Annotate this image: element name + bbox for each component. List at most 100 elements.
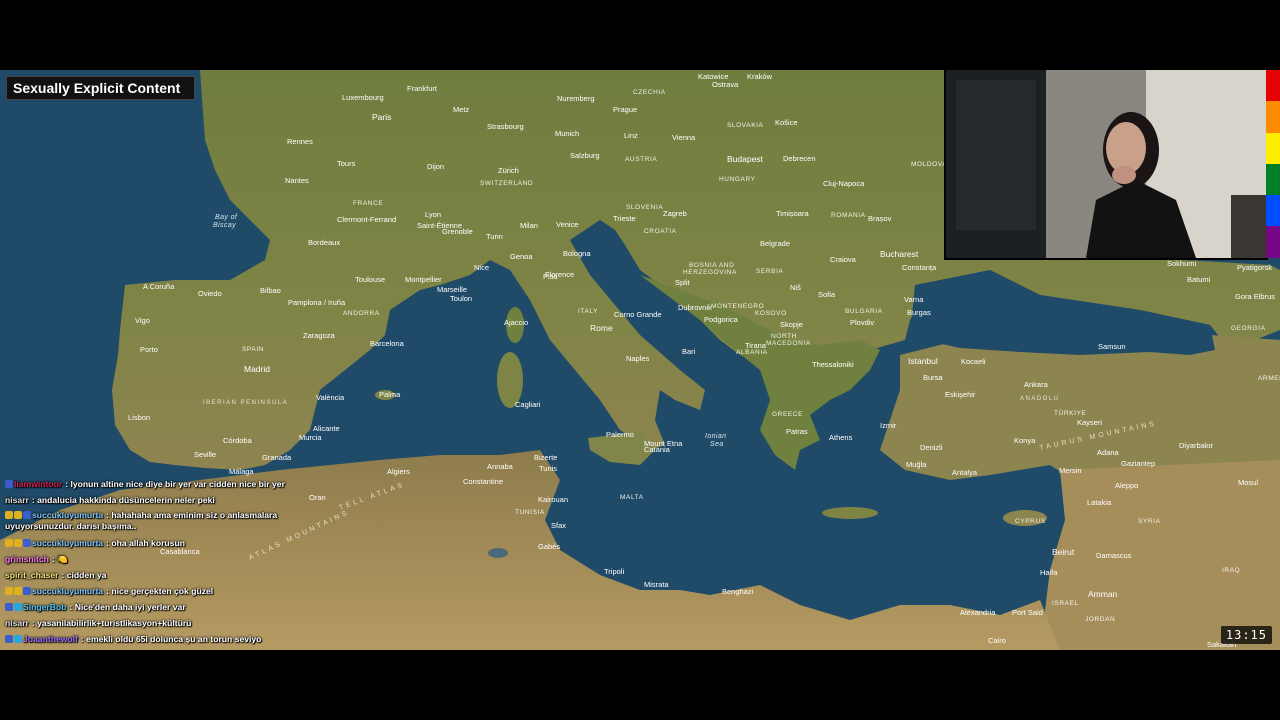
svg-text:Dijon: Dijon — [427, 162, 444, 171]
svg-text:HERZEGOVINA: HERZEGOVINA — [683, 269, 737, 276]
svg-text:Adana: Adana — [1097, 448, 1120, 457]
svg-text:ANDORRA: ANDORRA — [343, 310, 380, 317]
svg-text:Mosul: Mosul — [1238, 478, 1258, 487]
svg-text:IRAQ: IRAQ — [1222, 567, 1240, 574]
chat-badge-icon — [5, 480, 13, 488]
svg-text:Zagreb: Zagreb — [663, 209, 687, 218]
svg-text:Rennes: Rennes — [287, 137, 313, 146]
chat-badge-icon — [23, 587, 31, 595]
chat-message: succukluyumurta: nice gerçekten çok güze… — [5, 583, 335, 599]
svg-text:Annaba: Annaba — [487, 462, 514, 471]
svg-text:Diyarbakır: Diyarbakır — [1179, 441, 1214, 450]
svg-text:Zürich: Zürich — [498, 166, 519, 175]
svg-text:Palma: Palma — [379, 390, 401, 399]
svg-text:Toulouse: Toulouse — [355, 275, 385, 284]
svg-text:Bordeaux: Bordeaux — [308, 238, 340, 247]
chat-username[interactable]: spirit_chaser — [5, 570, 59, 580]
svg-text:Munich: Munich — [555, 129, 579, 138]
svg-text:ARMENIA: ARMENIA — [1258, 375, 1280, 382]
svg-text:Bay of: Bay of — [215, 214, 238, 221]
svg-text:Tunis: Tunis — [539, 464, 557, 473]
pride-stripe-green — [1266, 163, 1280, 196]
svg-text:Kocaeli: Kocaeli — [961, 357, 986, 366]
svg-text:Kayseri: Kayseri — [1077, 418, 1102, 427]
svg-text:Istanbul: Istanbul — [908, 356, 938, 366]
svg-text:Clermont-Ferrand: Clermont-Ferrand — [337, 215, 396, 224]
svg-text:Košice: Košice — [775, 118, 798, 127]
chat-message: succukluyumurta: oha allah korusun — [5, 535, 335, 551]
svg-text:Haifa: Haifa — [1040, 568, 1058, 577]
chat-username[interactable]: SingerBob — [23, 602, 66, 612]
svg-text:Amman: Amman — [1088, 589, 1118, 599]
chat-badge-icon — [23, 539, 31, 547]
svg-text:Port Said: Port Said — [1012, 608, 1043, 617]
svg-text:Kraków: Kraków — [747, 72, 773, 81]
svg-text:Sofia: Sofia — [818, 290, 836, 299]
svg-text:Vigo: Vigo — [135, 316, 150, 325]
svg-text:Tirana: Tirana — [745, 341, 767, 350]
chat-overlay: liamwintour: lyonun altine nice diye bir… — [5, 476, 335, 647]
svg-text:KOSOVO: KOSOVO — [755, 310, 787, 317]
svg-text:Brașov: Brașov — [868, 214, 892, 223]
svg-text:Strasbourg: Strasbourg — [487, 122, 524, 131]
svg-text:AUSTRIA: AUSTRIA — [625, 156, 657, 163]
svg-text:Pamplona / Iruña: Pamplona / Iruña — [288, 298, 346, 307]
svg-text:Barcelona: Barcelona — [370, 339, 405, 348]
svg-text:Bilbao: Bilbao — [260, 286, 281, 295]
svg-text:ANADOLU: ANADOLU — [1020, 396, 1060, 402]
svg-text:Podgorica: Podgorica — [704, 315, 739, 324]
svg-text:SYRIA: SYRIA — [1138, 518, 1161, 525]
chat-message: spirit_chaser: cidden ya — [5, 567, 335, 583]
svg-text:Madrid: Madrid — [244, 364, 270, 374]
chat-badge-icon — [5, 603, 13, 611]
svg-text:Ostrava: Ostrava — [712, 80, 739, 89]
chat-username[interactable]: Joaanthewolf — [23, 634, 78, 644]
svg-text:Antalya: Antalya — [952, 468, 978, 477]
chat-badge-icon — [14, 511, 22, 519]
svg-text:Kairouan: Kairouan — [538, 495, 568, 504]
chat-username[interactable]: nisarr — [5, 495, 29, 505]
svg-text:Metz: Metz — [453, 105, 470, 114]
chat-message: grimsnitch: 🍋 — [5, 551, 335, 567]
svg-text:Naples: Naples — [626, 354, 650, 363]
svg-text:Ajaccio: Ajaccio — [504, 318, 528, 327]
svg-text:Porto: Porto — [140, 345, 158, 354]
svg-text:Trieste: Trieste — [613, 214, 636, 223]
svg-text:Cairo: Cairo — [988, 636, 1006, 645]
pride-stripe-yellow — [1266, 132, 1280, 164]
chat-text: lyonun altine nice diye bir yer var cidd… — [70, 479, 285, 489]
svg-text:Venice: Venice — [556, 220, 579, 229]
svg-text:SWITZERLAND: SWITZERLAND — [480, 180, 533, 187]
chat-text: cidden ya — [66, 570, 107, 580]
chat-username[interactable]: nisarr — [5, 618, 29, 628]
chat-badge-icon — [14, 587, 22, 595]
svg-text:CROATIA: CROATIA — [644, 228, 677, 235]
svg-text:Montpellier: Montpellier — [405, 275, 442, 284]
chat-text: 🍋 — [57, 554, 68, 564]
pride-stripe-blue — [1266, 195, 1280, 227]
svg-text:SLOVAKIA: SLOVAKIA — [727, 122, 764, 129]
svg-text:Nice: Nice — [474, 263, 489, 272]
svg-text:MOLDOVA: MOLDOVA — [911, 161, 947, 168]
svg-text:Linz: Linz — [624, 131, 638, 140]
svg-text:Sea: Sea — [710, 441, 724, 448]
svg-text:Córdoba: Córdoba — [223, 436, 253, 445]
chat-username[interactable]: liamwintour — [14, 479, 62, 489]
chat-username[interactable]: succukluyumurta — [32, 538, 103, 548]
svg-text:Salzburg: Salzburg — [570, 151, 600, 160]
chat-badge-icon — [5, 511, 13, 519]
chat-username[interactable]: succukluyumurta — [32, 586, 103, 596]
svg-text:Patras: Patras — [786, 427, 808, 436]
svg-text:Alexandria: Alexandria — [960, 608, 996, 617]
chat-username[interactable]: succukluyumurta — [32, 510, 103, 520]
chat-message: nisarr: andalucia hakkinda düsüncelerin … — [5, 492, 335, 508]
svg-text:Tours: Tours — [337, 159, 356, 168]
svg-text:Málaga: Málaga — [229, 467, 254, 476]
chat-text: emekli oldu 65i dolunca şu an torun sevi… — [86, 634, 262, 644]
chat-username[interactable]: grimsnitch — [5, 554, 49, 564]
svg-text:Split: Split — [675, 278, 691, 287]
svg-text:Izmir: Izmir — [880, 421, 897, 430]
svg-text:Athens: Athens — [829, 433, 853, 442]
svg-text:Nantes: Nantes — [285, 176, 309, 185]
svg-text:Mount Etna: Mount Etna — [644, 439, 683, 448]
